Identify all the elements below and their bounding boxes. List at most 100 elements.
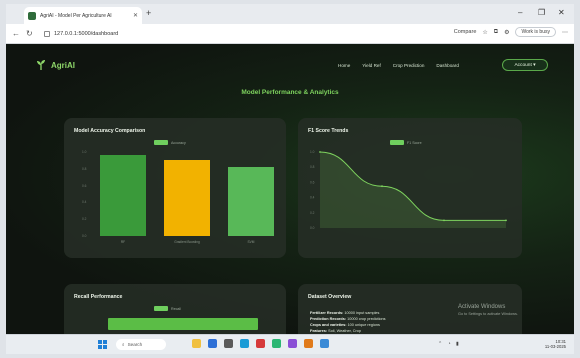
y-tick-label: 1.0 [310,150,315,154]
more-icon[interactable]: ⋯ [562,29,568,36]
y-tick-label: 0.2 [82,217,87,222]
activate-windows-watermark: Activate Windows Go to Settings to activ… [458,304,518,316]
star-icon[interactable]: ☆ [482,29,487,36]
accuracy-card-title: Model Accuracy Comparison [74,128,146,134]
browser-toolbar: Compare ☆ ⧉ ⚙ Work is busy ⋯ [454,27,568,37]
tab-close-icon[interactable]: ✕ [133,12,138,19]
start-button[interactable] [98,340,107,349]
top-navbar: AgriAI Home Yield Ref Crop Prediction Da… [6,44,574,84]
legend-label: Recall [171,306,181,311]
back-icon[interactable]: ← [12,29,20,38]
y-tick-label: 0.4 [310,196,315,200]
overview-list: Fertilizer Records: 10000 input samples P… [310,310,386,334]
y-tick-label: 0.0 [82,234,87,238]
maximize-button[interactable]: ❐ [538,8,545,17]
brand-logo[interactable]: AgriAI [35,59,75,71]
dashboard-page: AgriAI Home Yield Ref Crop Prediction Da… [6,44,574,334]
y-tick-label: 0.8 [310,165,315,169]
settings-icon[interactable]: ⚙ [504,29,509,36]
firefox-icon[interactable] [304,339,313,348]
f1-legend: F1 Score [390,140,422,145]
taskbar-search-label: Search [127,342,143,347]
extensions-icon[interactable]: ⧉ [494,29,498,36]
overview-item-value: Soil, Weather, Crop [328,329,362,333]
accuracy-legend: Accuracy [154,140,186,145]
f1-point[interactable] [381,185,383,188]
y-tick-label: 1.0 [82,150,87,154]
f1-point[interactable] [443,219,445,222]
minimize-button[interactable]: – [518,8,522,17]
nav-link-yield-ref[interactable]: Yield Ref [362,63,380,68]
taskbar-search[interactable]: ⌕ Search [116,339,166,350]
page-title: Model Performance & Analytics [241,89,339,96]
f1-point[interactable] [319,151,321,153]
overview-item-value: 10000 input samples [344,311,380,315]
x-tick-label: SVM [247,240,255,244]
edge-icon[interactable] [208,339,217,348]
overview-item-label: Prediction Records: [310,317,348,321]
y-tick-label: 0.6 [82,183,87,188]
tab-title: AgriAI - Model Per Agriculture AI [40,12,112,19]
favicon-icon [28,11,36,20]
legend-swatch [154,306,168,311]
chrome-icon[interactable] [272,339,281,348]
address-bar: ← ↻ 127.0.0.1:5000/dashboard Compare ☆ ⧉… [6,24,574,44]
nav-link-home[interactable]: Home [338,63,350,68]
watermark-title: Activate Windows [458,304,506,310]
tray-icons[interactable]: ⌃ ◔ ▮ [438,341,461,347]
nav-links: Home Yield Ref Crop Prediction Dashboard [338,63,459,68]
app-icon[interactable] [256,339,265,348]
clock[interactable]: 10:31 11-03-2025 [545,339,566,349]
bar-rf[interactable] [100,155,146,236]
x-tick-label: RF [120,240,126,244]
file-explorer-icon[interactable] [192,339,201,348]
f1-point[interactable] [505,219,507,222]
watermark-subtitle: Go to Settings to activate Windows. [458,312,518,316]
browser-window: AgriAI - Model Per Agriculture AI ✕ + – … [6,4,574,354]
overview-item-value: 10000 crop predictions [347,317,386,321]
compare-button[interactable]: Compare [454,29,477,35]
profile-button[interactable]: Work is busy [515,27,556,37]
legend-swatch [154,140,168,145]
close-window-button[interactable]: ✕ [558,8,565,17]
url-field[interactable]: 127.0.0.1:5000/dashboard [44,28,384,40]
refresh-icon[interactable]: ↻ [26,29,33,38]
y-tick-label: 0.8 [82,166,87,171]
f1-line-chart: 0.0 0.2 0.4 0.6 0.8 1.0 [310,150,507,230]
overview-card-title: Dataset Overview [308,294,352,300]
accuracy-bar-chart: 0.0 0.2 0.4 0.6 0.8 1.0 RF Gradient Boosting SVM [82,150,278,244]
browser-tab-strip: AgriAI - Model Per Agriculture AI ✕ + – … [6,4,574,24]
sprout-icon [37,60,45,70]
y-tick-label: 0.0 [310,226,315,230]
mail-icon[interactable] [240,339,249,348]
overview-item-value: 100 unique regions [347,323,380,327]
windows-taskbar: ⌕ Search ⌃ ◔ ▮ 10:31 11-03-2025 [6,334,574,354]
account-button[interactable]: Account ▾ [502,59,548,71]
clock-date: 11-03-2025 [544,344,566,349]
vs-icon[interactable] [288,339,297,348]
legend-label: F1 Score [407,140,422,145]
y-tick-label: 0.6 [310,180,315,184]
accuracy-card: Model Accuracy Comparison Accuracy 0.0 0.… [64,118,286,258]
store-icon[interactable] [224,339,233,348]
x-tick-label: Gradient Boosting [174,240,200,244]
bar-svm[interactable] [228,167,274,236]
legend-label: Accuracy [171,140,186,145]
search-icon: ⌕ [122,342,125,347]
overview-item-label: Fertilizer Records: [310,311,345,315]
recall-bar [108,318,258,330]
legend-swatch [390,140,404,145]
new-tab-button[interactable]: + [146,8,151,18]
recall-card: Recall Performance Recall [64,284,286,334]
y-tick-label: 0.2 [310,211,315,215]
recall-card-title: Recall Performance [74,294,123,300]
terminal-icon[interactable] [320,339,329,348]
overview-item-label: Crops and varieties: [310,323,348,327]
overview-item-label: Features: [310,329,329,333]
nav-link-crop-prediction[interactable]: Crop Prediction [393,63,425,68]
nav-link-dashboard[interactable]: Dashboard [436,63,458,68]
f1-card: F1 Score Trends F1 Score 0.0 0.2 0.4 0.6 0.8… [298,118,522,258]
browser-tab[interactable]: AgriAI - Model Per Agriculture AI ✕ [24,7,142,24]
info-icon [44,31,50,37]
bar-gradient-boosting[interactable] [164,159,210,236]
